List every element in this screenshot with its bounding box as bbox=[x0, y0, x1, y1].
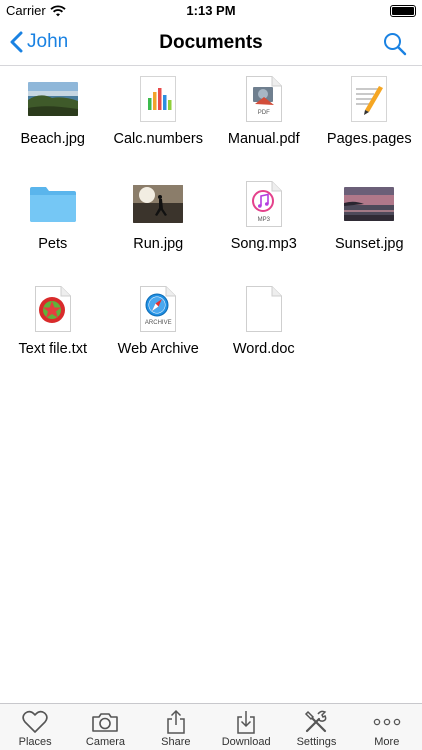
tools-icon bbox=[305, 710, 327, 733]
file-name: Pets bbox=[38, 236, 68, 252]
blank-doc-icon bbox=[245, 286, 282, 332]
file-item[interactable]: Beach.jpg bbox=[0, 70, 106, 163]
camera-icon bbox=[92, 713, 119, 732]
file-item[interactable]: Text file.txt bbox=[0, 280, 106, 373]
tab-label: Share bbox=[161, 736, 191, 748]
file-name: Word.doc bbox=[232, 341, 295, 357]
tab-settings[interactable]: Settings bbox=[281, 704, 351, 750]
file-name: Song.mp3 bbox=[230, 236, 297, 252]
web-archive-icon: ARCHIVE bbox=[140, 286, 177, 332]
back-label: John bbox=[27, 31, 69, 52]
back-button[interactable]: John bbox=[10, 31, 68, 53]
numbers-icon bbox=[140, 76, 177, 122]
battery-icon bbox=[390, 5, 416, 17]
tab-label: More bbox=[374, 736, 400, 748]
file-name: Sunset.jpg bbox=[334, 236, 404, 252]
file-item[interactable]: PDF Manual.pdf bbox=[211, 70, 317, 163]
more-icon bbox=[373, 718, 401, 726]
tab-share[interactable]: Share bbox=[141, 704, 211, 750]
file-item[interactable]: MP3 Song.mp3 bbox=[211, 175, 317, 268]
folder-item[interactable]: Pets bbox=[0, 175, 106, 268]
archive-badge: ARCHIVE bbox=[144, 320, 172, 326]
navigation-bar: John Documents bbox=[0, 22, 422, 66]
file-name: Calc.numbers bbox=[113, 131, 203, 147]
share-icon bbox=[167, 709, 185, 734]
run-photo-thumbnail bbox=[133, 185, 184, 223]
tab-bar: Places Camera Share Download Settings Mo… bbox=[0, 703, 422, 750]
heart-icon bbox=[22, 710, 48, 733]
tab-download[interactable]: Download bbox=[211, 704, 281, 750]
beach-photo-thumbnail bbox=[27, 82, 78, 116]
folder-icon bbox=[29, 187, 76, 222]
file-item[interactable]: Calc.numbers bbox=[106, 70, 212, 163]
file-name: Manual.pdf bbox=[227, 131, 300, 147]
tab-label: Places bbox=[18, 736, 52, 748]
sunset-photo-thumbnail bbox=[344, 187, 395, 221]
file-name: Run.jpg bbox=[133, 236, 184, 252]
file-name: Beach.jpg bbox=[20, 131, 86, 147]
tab-label: Download bbox=[221, 736, 271, 748]
file-grid: Beach.jpg Calc.numbers PDF Manual.pdf Pa… bbox=[0, 70, 422, 373]
mp3-badge: MP3 bbox=[257, 217, 270, 223]
chevron-left-icon bbox=[10, 31, 23, 53]
pdf-icon: PDF bbox=[245, 76, 282, 122]
file-item[interactable]: Sunset.jpg bbox=[317, 175, 422, 268]
file-item[interactable]: Word.doc bbox=[211, 280, 317, 373]
file-name: Text file.txt bbox=[18, 341, 88, 357]
status-time: 1:13 PM bbox=[186, 3, 236, 18]
file-name: Web Archive bbox=[117, 341, 199, 357]
file-item[interactable]: Run.jpg bbox=[106, 175, 212, 268]
pages-icon bbox=[351, 76, 388, 122]
file-name: Pages.pages bbox=[326, 131, 412, 147]
tab-camera[interactable]: Camera bbox=[70, 704, 140, 750]
file-item[interactable]: ARCHIVE Web Archive bbox=[106, 280, 212, 373]
tab-places[interactable]: Places bbox=[0, 704, 70, 750]
tab-label: Camera bbox=[85, 736, 126, 748]
download-icon bbox=[237, 711, 255, 734]
mp3-icon: MP3 bbox=[245, 181, 282, 227]
search-icon[interactable] bbox=[382, 31, 408, 57]
pdf-badge: PDF bbox=[257, 110, 270, 116]
file-item[interactable]: Pages.pages bbox=[317, 70, 422, 163]
tab-label: Settings bbox=[296, 736, 337, 748]
tab-more[interactable]: More bbox=[352, 704, 422, 750]
text-file-icon bbox=[34, 286, 71, 332]
status-bar: Carrier 1:13 PM bbox=[0, 0, 422, 22]
